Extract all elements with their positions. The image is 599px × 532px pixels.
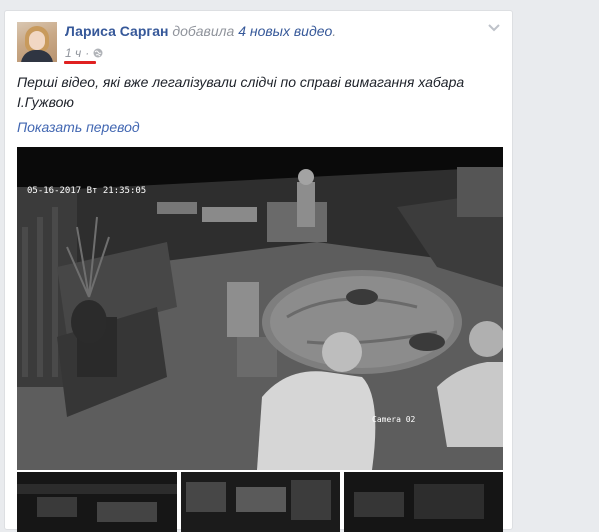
thumbnail-image [181, 472, 340, 532]
translate-link[interactable]: Показать перевод [17, 119, 140, 135]
globe-icon [93, 48, 103, 58]
video-thumbnail-1[interactable] [17, 472, 177, 532]
timestamp-link[interactable]: 1 ч [65, 46, 81, 60]
videos-link[interactable]: 4 новых видео [238, 23, 332, 39]
post-text: Перші відео, які вже легалізували слідчі… [17, 74, 465, 110]
video-timestamp-overlay: 05-16-2017 Вт 21:35:05 [27, 186, 146, 196]
thumbnail-image [344, 472, 503, 532]
thumbnail-image [17, 472, 177, 532]
chevron-down-icon[interactable] [488, 24, 500, 32]
avatar[interactable] [17, 22, 57, 62]
red-underline-annotation [64, 61, 96, 64]
action-text: добавила [172, 23, 235, 39]
action-end: . [332, 23, 337, 39]
camera-label-overlay: Camera 02 [372, 415, 416, 424]
post-header: Лариса Сарган добавила 4 новых видео. [65, 23, 336, 39]
video-player[interactable]: 05-16-2017 Вт 21:35:05 Camera 02 [17, 147, 503, 470]
post-meta: 1 ч · [65, 46, 103, 60]
video-thumbnail-2[interactable] [181, 472, 340, 532]
video-thumbnail-3[interactable] [344, 472, 503, 532]
feed-post: Лариса Сарган добавила 4 новых видео. 1 … [4, 10, 513, 532]
cctv-frame: 05-16-2017 Вт 21:35:05 Camera 02 [17, 147, 503, 470]
author-name-link[interactable]: Лариса Сарган [65, 23, 168, 39]
